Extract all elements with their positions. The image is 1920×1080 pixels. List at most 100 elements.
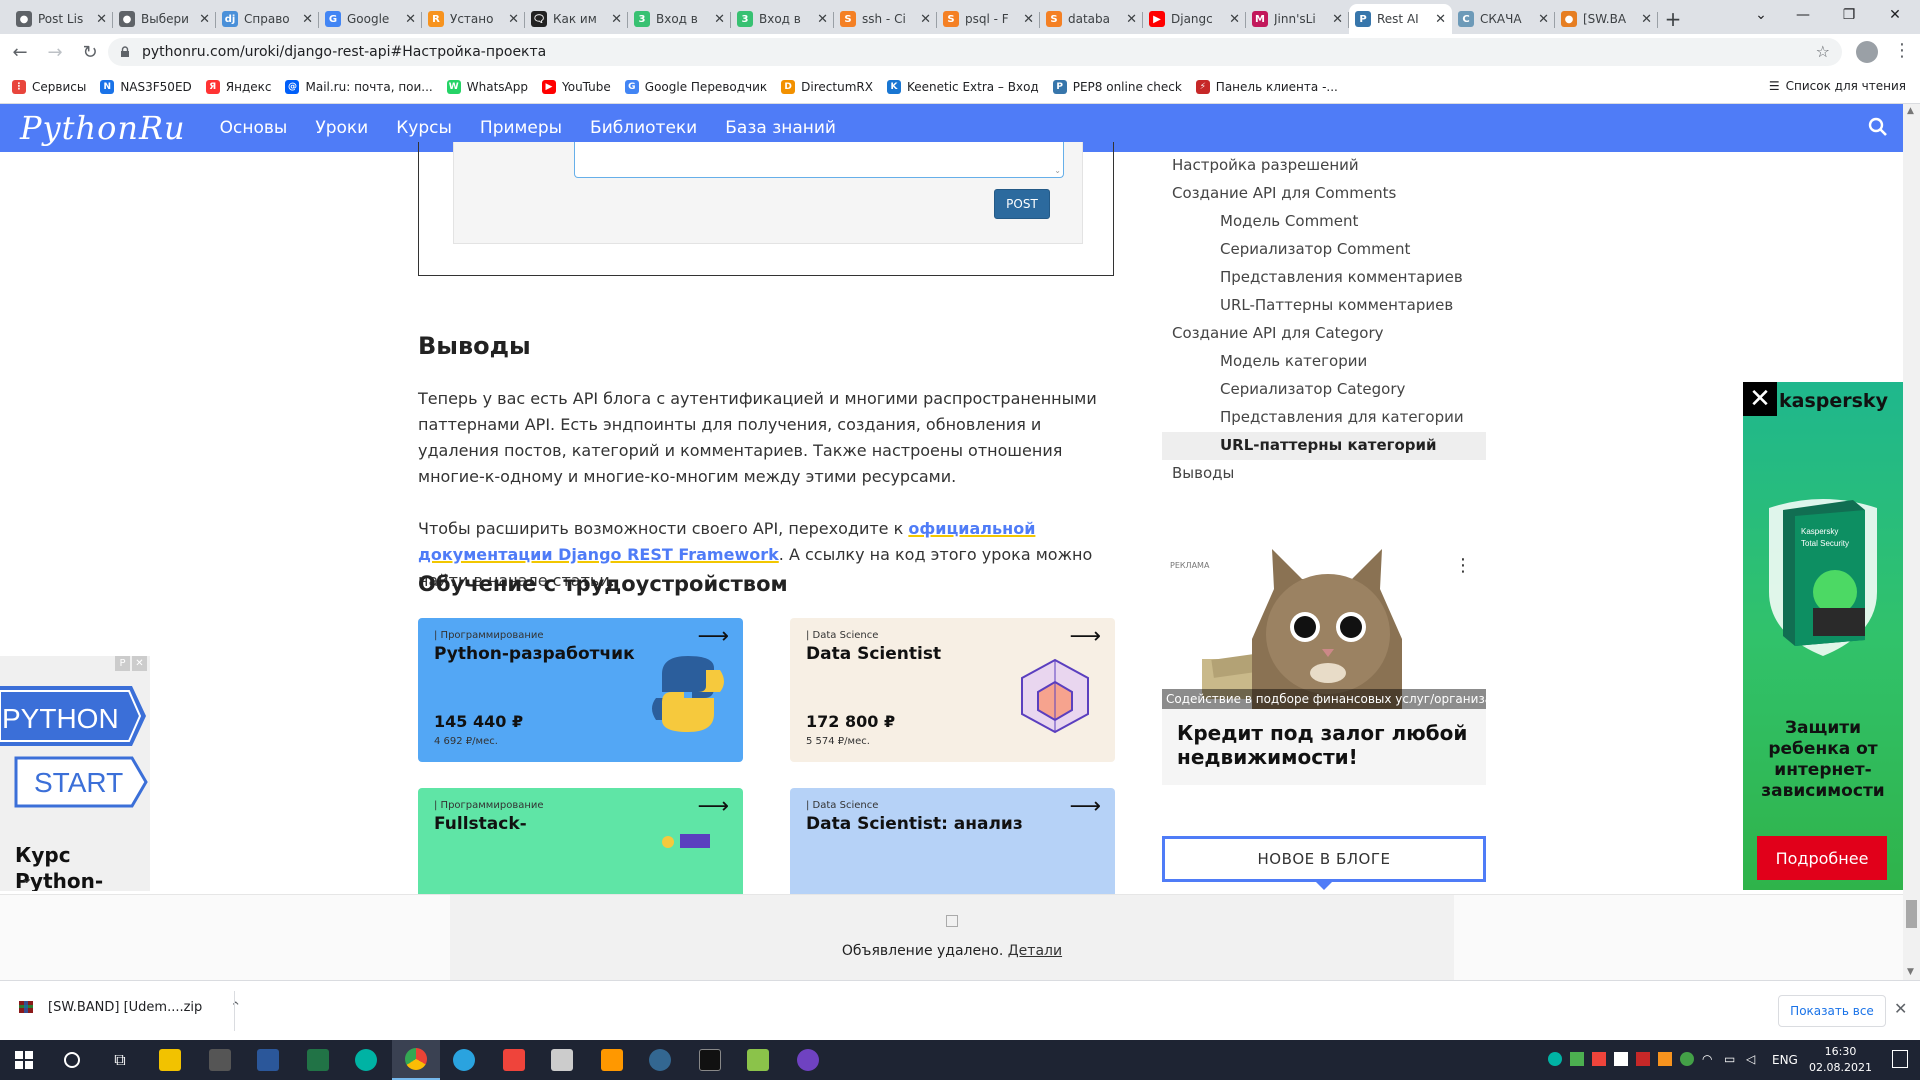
chrome-menu-icon[interactable]: ⋮ xyxy=(1893,40,1911,61)
toc-item[interactable]: Модель категории xyxy=(1220,352,1367,370)
chevron-down-icon[interactable]: ⌄ xyxy=(20,868,33,887)
wifi-icon[interactable]: ◠ xyxy=(1702,1052,1716,1066)
browser-tab[interactable]: Sdataba ✕ xyxy=(1040,4,1143,34)
new-tab-button[interactable]: + xyxy=(1658,4,1688,34)
tab-close-icon[interactable]: ✕ xyxy=(611,12,622,27)
post-button[interactable]: POST xyxy=(994,189,1050,219)
tab-close-icon[interactable]: ✕ xyxy=(817,12,828,27)
browser-tab[interactable]: G Google ✕ xyxy=(319,4,422,34)
site-menu-item[interactable]: Основы xyxy=(220,118,288,138)
browser-tab[interactable]: Sssh - Ci ✕ xyxy=(834,4,937,34)
course-card[interactable]: | Программирование Python-разработчик ⟶ 145… xyxy=(418,618,743,762)
toc-item[interactable]: Сериализатор Category xyxy=(1220,380,1405,398)
forward-icon[interactable]: → xyxy=(40,37,70,67)
browser-tab[interactable]: ▶ Djangc ✕ xyxy=(1143,4,1246,34)
scroll-up-icon[interactable]: ▲ xyxy=(1907,106,1914,116)
toc-item[interactable]: URL-паттерны категорий xyxy=(1220,436,1437,454)
tray-cc-icon[interactable] xyxy=(1636,1052,1650,1066)
tray-nvidia-icon[interactable] xyxy=(1570,1052,1584,1066)
task-view-icon[interactable]: ⧉ xyxy=(96,1040,144,1080)
tab-close-icon[interactable]: ✕ xyxy=(302,12,313,27)
calculator-icon[interactable] xyxy=(196,1040,244,1080)
site-menu-item[interactable]: База знаний xyxy=(725,118,836,138)
language-indicator[interactable]: ENG xyxy=(1772,1053,1798,1067)
terminal-icon[interactable] xyxy=(686,1040,734,1080)
minimize-icon[interactable]: — xyxy=(1780,0,1826,30)
browser-tab[interactable]: 🗨 Как им ✕ xyxy=(525,4,628,34)
site-menu-item[interactable]: Курсы xyxy=(396,118,452,138)
show-all-downloads-button[interactable]: Показать все xyxy=(1778,995,1886,1027)
excel-icon[interactable] xyxy=(294,1040,342,1080)
volume-icon[interactable]: ◁ xyxy=(1746,1052,1760,1066)
new-in-blog-tab[interactable]: НОВОЕ В БЛОГЕ xyxy=(1162,836,1486,882)
scroll-down-icon[interactable]: ▼ xyxy=(1907,967,1914,977)
browser-tab[interactable]: M Jinn'sLi ✕ xyxy=(1246,4,1349,34)
reading-list-button[interactable]: ☰ Список для чтения xyxy=(1769,79,1906,93)
tray-search-icon[interactable] xyxy=(1548,1052,1562,1066)
postgres-icon[interactable] xyxy=(636,1040,684,1080)
bookmark-item[interactable]: Я Яндекс xyxy=(205,79,271,94)
tab-close-icon[interactable]: ✕ xyxy=(920,12,931,27)
ad-close-icon[interactable]: ✕ xyxy=(132,656,147,671)
download-item[interactable]: [SW.BAND] [Udem....zip ⌃ xyxy=(18,999,241,1015)
chevron-up-icon[interactable]: ⌃ xyxy=(230,1000,241,1015)
browser-tab[interactable]: ● Выбери ✕ xyxy=(113,4,216,34)
tab-close-icon[interactable]: ✕ xyxy=(508,12,519,27)
resize-handle-icon[interactable]: ⌄ xyxy=(1054,166,1061,175)
search-app-icon[interactable] xyxy=(342,1040,390,1080)
tab-close-icon[interactable]: ✕ xyxy=(714,12,725,27)
bookmark-item[interactable]: W WhatsApp xyxy=(446,79,528,94)
bookmark-item[interactable]: ⚡ Панель клиента -... xyxy=(1195,79,1338,94)
github-icon[interactable] xyxy=(784,1040,832,1080)
scrollbar-thumb[interactable] xyxy=(1906,900,1917,928)
sidebar-loan-ad[interactable]: РЕКЛАМА ⋮ Содействие в подборе финансовы… xyxy=(1162,549,1486,785)
word-icon[interactable] xyxy=(244,1040,292,1080)
tab-close-icon[interactable]: ✕ xyxy=(1435,12,1446,27)
site-menu-item[interactable]: Библиотеки xyxy=(590,118,697,138)
profile-avatar[interactable] xyxy=(1856,41,1878,63)
telegram-icon[interactable] xyxy=(440,1040,488,1080)
tray-anydesk-icon[interactable] xyxy=(1592,1052,1606,1066)
more-details-button[interactable]: Подробнее xyxy=(1757,836,1887,880)
toc-item[interactable]: Представления для категории xyxy=(1220,408,1464,426)
browser-tab[interactable]: R Устано ✕ xyxy=(422,4,525,34)
bookmark-item[interactable]: ⋮ Сервисы xyxy=(12,79,86,94)
toc-item[interactable]: Представления комментариев xyxy=(1220,268,1463,286)
battery-icon[interactable]: ▭ xyxy=(1724,1052,1738,1066)
address-bar[interactable]: pythonru.com/uroki/django-rest-api#Настр… xyxy=(108,38,1842,66)
site-menu-item[interactable]: Уроки xyxy=(315,118,368,138)
browser-tab[interactable]: Spsql - F ✕ xyxy=(937,4,1040,34)
chrome-taskbar-icon[interactable] xyxy=(392,1040,440,1080)
toc-item[interactable]: Создание API для Comments xyxy=(1172,184,1396,202)
bookmark-item[interactable]: G Google Переводчик xyxy=(624,79,767,94)
tray-shield-icon[interactable] xyxy=(1680,1052,1694,1066)
toc-item[interactable]: Создание API для Category xyxy=(1172,324,1384,342)
kaspersky-ad[interactable]: ✕ kaspersky Kaspersky Total Security Защ… xyxy=(1743,382,1903,890)
toc-item[interactable]: Настройка разрешений xyxy=(1172,156,1359,174)
browser-tab[interactable]: P Rest AI ✕ xyxy=(1349,4,1452,34)
tray-box-icon[interactable] xyxy=(1614,1052,1628,1066)
tab-close-icon[interactable]: ✕ xyxy=(199,12,210,27)
tab-close-icon[interactable]: ✕ xyxy=(1023,12,1034,27)
toc-item[interactable]: URL-Паттерны комментариев xyxy=(1220,296,1453,314)
bookmark-star-icon[interactable]: ☆ xyxy=(1816,42,1830,61)
network-app-icon[interactable] xyxy=(538,1040,586,1080)
site-menu-item[interactable]: Примеры xyxy=(480,118,562,138)
tab-search-icon[interactable]: ⌄ xyxy=(1738,0,1784,30)
back-icon[interactable]: ← xyxy=(5,37,35,67)
bookmark-item[interactable]: D DirectumRX xyxy=(781,79,873,94)
left-course-ad[interactable]: P ✕ PYTHON START Курс Python- ⌄ xyxy=(0,656,150,891)
site-logo[interactable]: PythonRu xyxy=(20,109,186,147)
tray-app-icon[interactable] xyxy=(1658,1052,1672,1066)
tab-close-icon[interactable]: ✕ xyxy=(1641,12,1652,27)
reload-icon[interactable]: ↻ xyxy=(75,37,105,67)
notepad-icon[interactable] xyxy=(734,1040,782,1080)
tab-close-icon[interactable]: ✕ xyxy=(96,12,107,27)
ad-details-link[interactable]: Детали xyxy=(1008,943,1062,959)
browser-tab[interactable]: 3 Вход в ✕ xyxy=(628,4,731,34)
file-explorer-icon[interactable] xyxy=(146,1040,194,1080)
tab-close-icon[interactable]: ✕ xyxy=(1126,12,1137,27)
windows-start-icon[interactable] xyxy=(0,1040,48,1080)
bookmark-item[interactable]: N NAS3F50ED xyxy=(100,79,192,94)
close-icon[interactable]: ✕ xyxy=(1743,382,1777,416)
